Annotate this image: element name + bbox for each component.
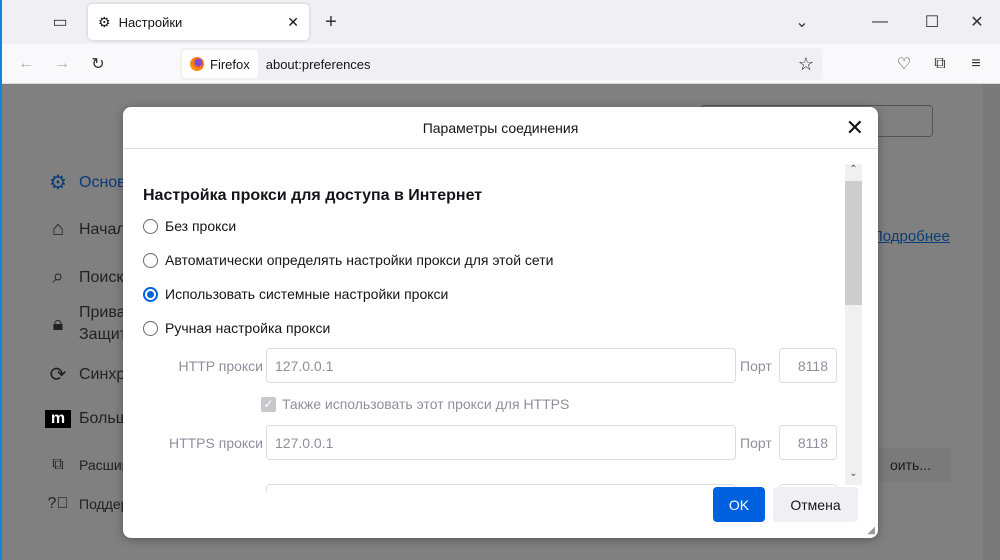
also-https-checkbox[interactable]: ✓ Также использовать этот прокси для HTTP… [261,396,569,412]
tab-title: Настройки [118,14,183,30]
help-icon: ?⃝ [47,495,69,512]
sidebar-label: Поддер [79,496,129,512]
checkmark-icon: ✓ [261,396,276,412]
sidebar-item-extensions[interactable]: ⧉ Расшир [45,456,130,474]
sidebar-item-search[interactable]: ⌕ Поиск [45,266,123,289]
sidebar-label: Начал [79,220,126,238]
radio-icon [143,252,158,268]
radio-no-proxy[interactable]: Без прокси [143,218,236,234]
https-proxy-label: HTTPS прокси [168,435,263,451]
radio-label: Автоматически определять настройки прокс… [165,252,554,268]
sidebar-label: Прива [79,304,126,321]
search-icon: ⌕ [52,266,64,288]
identity-label: Firefox [210,56,250,72]
http-proxy-input[interactable]: 127.0.0.1 [266,348,736,383]
sidebar-item-sync[interactable]: ⟳ Синхр [45,362,126,387]
radio-selected-icon [143,286,158,302]
tab-settings[interactable]: ⚙ Настройки ✕ [88,4,309,40]
extensions-icon[interactable]: ⧉ [928,52,952,76]
sidebar-item-more-mozilla[interactable]: m Больш [45,410,129,428]
sidebar-label: Защит [79,326,127,343]
chevron-down-icon[interactable]: ⌄ [790,10,814,34]
bookmark-star-icon[interactable]: ☆ [798,54,814,75]
sidebar-label: Синхр [79,365,126,383]
minimize-icon[interactable]: — [868,10,892,34]
sidebar-label: Больш [79,410,129,427]
http-proxy-label: HTTP прокси [178,358,263,374]
radio-auto-detect[interactable]: Автоматически определять настройки прокс… [143,252,553,268]
sidebar-label: Основ [79,173,126,191]
radio-label: Использовать системные настройки прокси [165,286,449,302]
close-tab-icon[interactable]: ✕ [287,14,299,31]
mozilla-icon: m [45,410,71,428]
close-icon[interactable]: ✕ [846,115,864,141]
https-port-input[interactable]: 8118 [779,425,837,460]
background-settings-button[interactable]: оить... [870,448,951,482]
proxy-heading: Настройка прокси для доступа в Интернет [143,187,483,204]
maximize-icon[interactable]: ☐ [920,10,944,34]
back-icon[interactable]: ← [14,52,38,76]
learn-more-link[interactable]: Подробнее [872,228,950,245]
dialog-header: Параметры соединения ✕ [123,107,878,149]
sidebar-label: Расшир [79,457,130,473]
https-proxy-input[interactable]: 127.0.0.1 [266,425,736,460]
new-tab-icon[interactable]: + [320,10,342,34]
sidebar-item-privacy[interactable]: 🔒︎ Прива Защит [45,302,127,346]
sync-icon: ⟳ [49,364,67,386]
page-scrollbar[interactable] [983,84,1000,560]
ok-button[interactable]: OK [713,487,765,522]
radio-icon [143,320,158,336]
tab-bar: ▭ ⚙ Настройки ✕ + ⌄ — ☐ ✕ [0,0,1000,44]
scroll-thumb[interactable] [845,181,862,305]
https-port-label: Порт [740,435,772,451]
radio-label: Без прокси [165,218,237,234]
tab-overview-icon[interactable]: ▭ [48,12,72,32]
close-window-icon[interactable]: ✕ [965,10,989,34]
cancel-button[interactable]: Отмена [773,487,858,522]
dialog-title: Параметры соединения [422,119,579,136]
firefox-icon [190,57,204,71]
radio-manual-proxy[interactable]: Ручная настройка прокси [143,320,330,336]
sidebar-item-support[interactable]: ?⃝ Поддер [45,495,129,513]
checkbox-label: Также использовать этот прокси для HTTPS [282,396,570,412]
url-text[interactable]: about:preferences [266,57,371,72]
extension-icon: ⧉ [52,456,64,473]
url-bar[interactable]: Firefox about:preferences ☆ [180,48,822,80]
radio-system-proxy[interactable]: Использовать системные настройки прокси [143,286,448,302]
reload-icon[interactable]: ↻ [86,52,110,76]
connection-settings-dialog: Параметры соединения ✕ Настройка прокси … [123,107,878,538]
next-proxy-input[interactable] [266,484,736,492]
scroll-up-icon[interactable]: ⌃ [845,164,862,181]
http-port-label: Порт [740,358,772,374]
resize-grip-icon[interactable]: ◢ [867,525,875,536]
identity-box[interactable]: Firefox [182,50,258,78]
forward-icon[interactable]: → [50,52,74,76]
nav-bar: ← → ↻ Firefox about:preferences ☆ ♡ ⧉ ≡ [0,44,1000,84]
home-icon: ⌂ [51,218,65,240]
sidebar-label: Поиск [79,268,124,286]
menu-icon[interactable]: ≡ [964,52,988,76]
sidebar-item-home[interactable]: ⌂ Начал [45,218,126,241]
radio-label: Ручная настройка прокси [165,320,331,336]
pocket-icon[interactable]: ♡ [892,52,916,76]
sidebar-item-general[interactable]: ⚙ Основ [45,170,126,195]
gear-icon: ⚙ [98,13,111,30]
window-edge [0,0,2,560]
lock-icon: 🔒︎ [52,312,64,335]
dialog-scrollbar[interactable]: ⌃ ⌄ [845,164,862,485]
scroll-down-icon[interactable]: ⌄ [845,468,862,485]
radio-icon [143,218,158,234]
gear-icon: ⚙ [49,172,67,194]
http-port-input[interactable]: 8118 [779,348,837,383]
